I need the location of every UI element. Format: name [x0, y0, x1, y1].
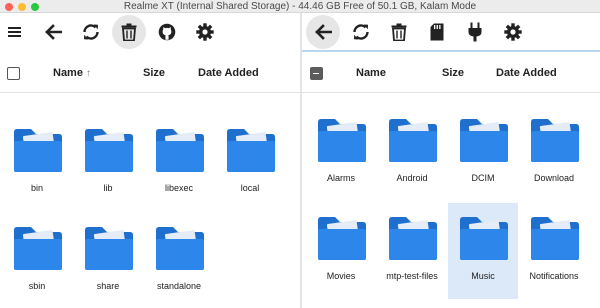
device-toolbar	[302, 13, 600, 51]
back-button[interactable]	[36, 15, 70, 49]
folder-item[interactable]: Alarms	[306, 105, 376, 201]
local-column-header: Name ↑ Size Date Added	[0, 53, 300, 93]
device-select-all-checkbox[interactable]	[310, 67, 323, 80]
settings-button[interactable]	[188, 15, 222, 49]
github-icon	[158, 23, 176, 41]
folder-item[interactable]: standalone	[144, 213, 214, 308]
folder-label: Notifications	[529, 271, 579, 281]
folder-icon	[318, 119, 366, 162]
device-size-column-header[interactable]: Size	[442, 67, 464, 79]
back-icon	[45, 24, 62, 40]
name-column-header[interactable]: Name ↑	[53, 67, 91, 79]
device-column-header: Name Size Date Added	[302, 53, 600, 93]
menu-icon	[8, 27, 21, 37]
folder-icon	[531, 217, 579, 260]
folder-item[interactable]: Download	[519, 105, 589, 201]
folder-item[interactable]: bin	[2, 115, 72, 211]
folder-icon	[14, 129, 62, 172]
folder-icon	[14, 227, 62, 270]
folder-item[interactable]: lib	[73, 115, 143, 211]
settings-icon	[196, 23, 214, 41]
folder-label: standalone	[156, 281, 202, 291]
plug-icon	[468, 22, 482, 42]
device-pane: Name Size Date Added Alarms Android DCIM Do…	[302, 13, 600, 308]
device-refresh-button[interactable]	[344, 15, 378, 49]
device-connect-button[interactable]	[458, 15, 492, 49]
delete-icon	[121, 23, 137, 41]
local-toolbar	[0, 13, 300, 51]
folder-icon	[389, 119, 437, 162]
folder-item[interactable]: Notifications	[519, 203, 589, 299]
name-column-label: Name	[53, 67, 83, 79]
folder-item[interactable]: DCIM	[448, 105, 518, 201]
device-delete-button[interactable]	[382, 15, 416, 49]
sort-ascending-icon: ↑	[85, 68, 91, 79]
device-back-button[interactable]	[306, 15, 340, 49]
folder-icon	[85, 129, 133, 172]
folder-icon	[156, 129, 204, 172]
folder-label: Download	[533, 173, 575, 183]
device-settings-button[interactable]	[496, 15, 530, 49]
folder-icon	[531, 119, 579, 162]
folder-icon	[318, 217, 366, 260]
folder-item[interactable]: Android	[377, 105, 447, 201]
folder-item[interactable]: Movies	[306, 203, 376, 299]
refresh-button[interactable]	[74, 15, 108, 49]
folder-icon	[85, 227, 133, 270]
github-button[interactable]	[150, 15, 184, 49]
folder-item[interactable]: sbin	[2, 213, 72, 308]
folder-icon	[227, 129, 275, 172]
storage-select-button[interactable]	[420, 15, 454, 49]
folder-icon	[460, 119, 508, 162]
folder-icon	[460, 217, 508, 260]
folder-item[interactable]: share	[73, 213, 143, 308]
delete-button[interactable]	[112, 15, 146, 49]
sd-card-icon	[430, 23, 444, 41]
folder-item[interactable]: local	[215, 115, 285, 211]
settings-icon	[504, 23, 522, 41]
window-title: Realme XT (Internal Shared Storage) - 44…	[123, 1, 477, 12]
refresh-icon	[353, 24, 369, 40]
folder-icon	[156, 227, 204, 270]
menu-button[interactable]	[0, 15, 32, 49]
folder-item[interactable]: Music	[448, 203, 518, 299]
date-column-header[interactable]: Date Added	[198, 67, 259, 79]
active-pane-indicator	[302, 50, 600, 52]
folder-icon	[389, 217, 437, 260]
select-all-checkbox[interactable]	[7, 67, 20, 80]
refresh-icon	[83, 24, 99, 40]
device-date-column-header[interactable]: Date Added	[496, 67, 557, 79]
back-icon	[315, 24, 332, 40]
folder-item[interactable]: mtp-test-files	[377, 203, 447, 299]
folder-item[interactable]: libexec	[144, 115, 214, 211]
window-titlebar: Realme XT (Internal Shared Storage) - 44…	[0, 0, 600, 13]
device-name-column-header[interactable]: Name	[356, 67, 386, 79]
folder-label: local	[240, 183, 260, 193]
size-column-header[interactable]: Size	[143, 67, 165, 79]
local-pane: Name ↑ Size Date Added bin lib libexec local…	[0, 13, 300, 308]
delete-icon	[391, 23, 407, 41]
